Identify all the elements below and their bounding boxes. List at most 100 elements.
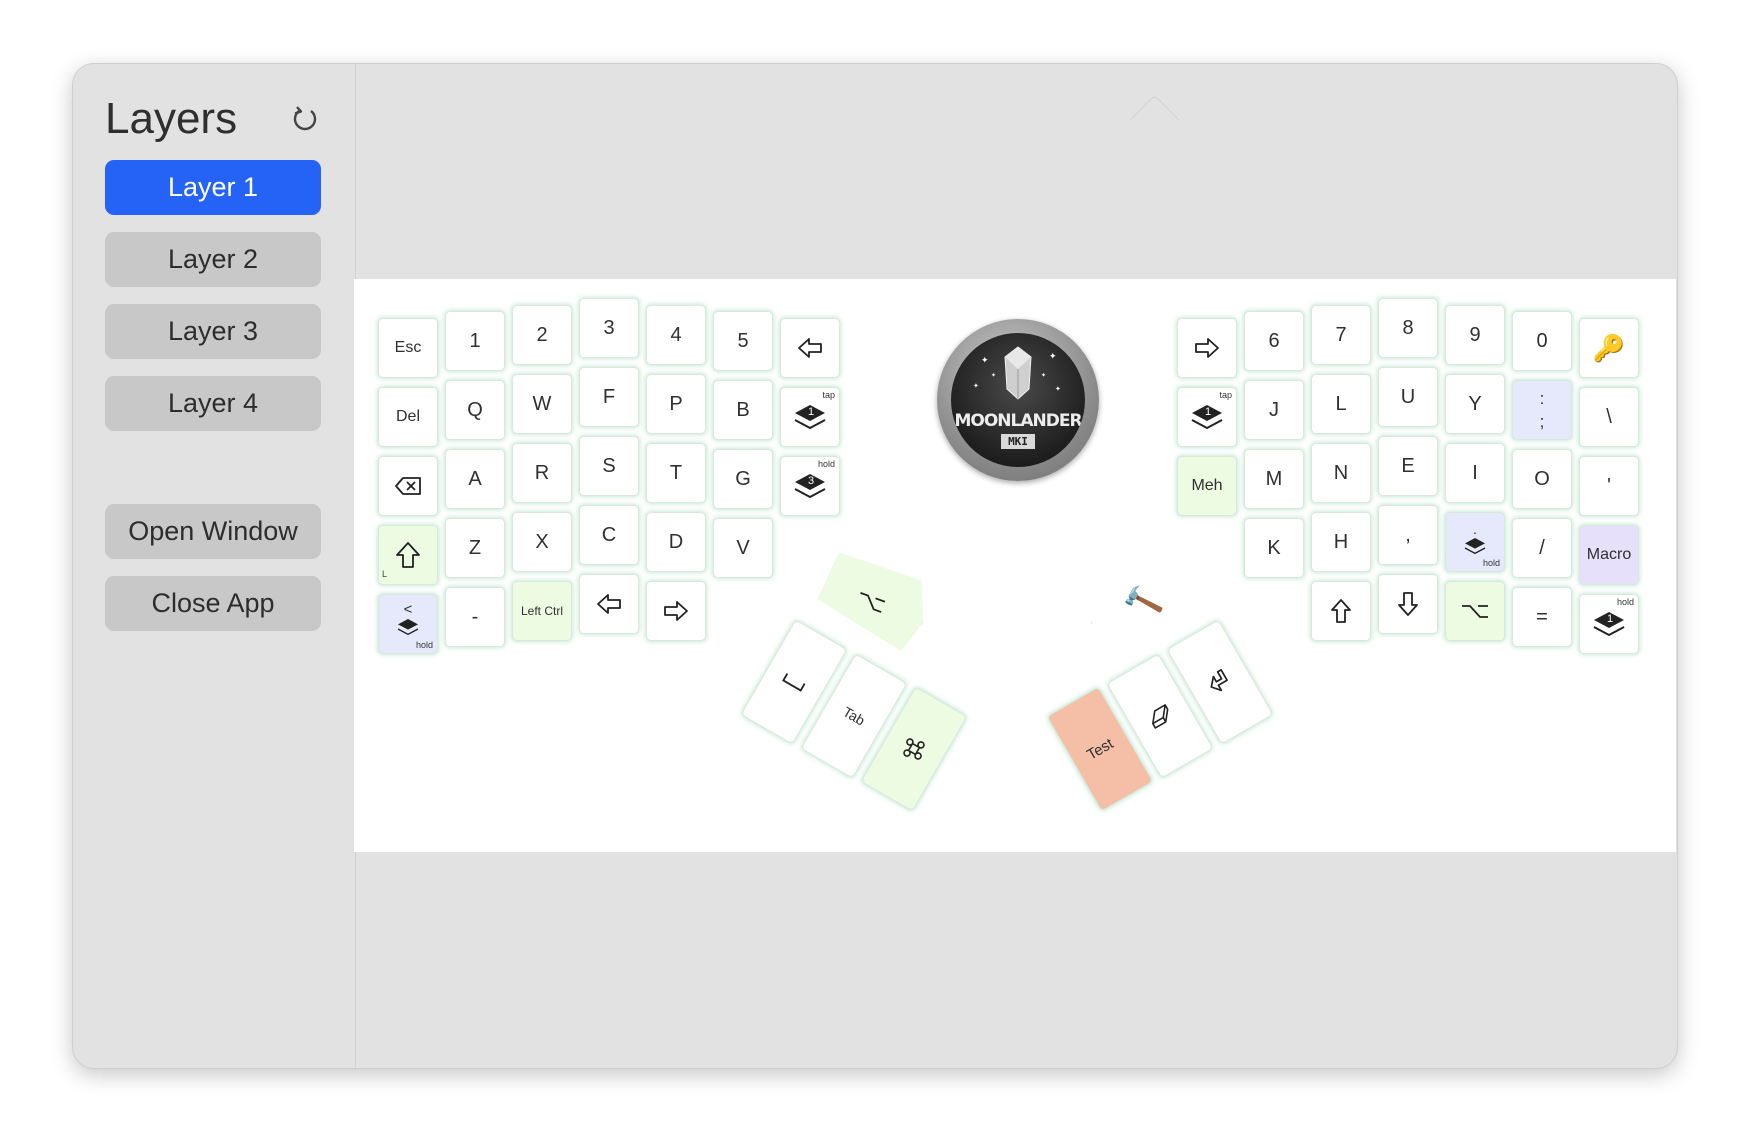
key-7[interactable]: 7	[1311, 305, 1371, 365]
key-9[interactable]: 9	[1445, 305, 1505, 365]
key-t[interactable]: T	[646, 443, 706, 503]
key-up-arrow[interactable]	[1311, 581, 1371, 641]
command-icon	[903, 738, 925, 760]
key-semicolon[interactable]: : ;	[1512, 380, 1572, 440]
key-o[interactable]: O	[1512, 449, 1572, 509]
left-arrow-icon	[798, 338, 822, 358]
key-r[interactable]: R	[512, 443, 572, 503]
key-s[interactable]: S	[579, 436, 639, 496]
layer-1-button[interactable]: Layer 1	[105, 160, 321, 215]
key-c[interactable]: C	[579, 505, 639, 565]
key-k[interactable]: K	[1244, 518, 1304, 578]
key-quote[interactable]: '	[1579, 456, 1639, 516]
layer-2-button[interactable]: Layer 2	[105, 232, 321, 287]
key-6[interactable]: 6	[1244, 311, 1304, 371]
key-del[interactable]: Del	[378, 387, 438, 447]
key-layer1-tap-right[interactable]: tap 1	[1177, 387, 1237, 447]
layer-icon	[397, 618, 419, 635]
key-f[interactable]: F	[579, 367, 639, 427]
key-0[interactable]: 0	[1512, 311, 1572, 371]
svg-text:✦: ✦	[1049, 351, 1057, 361]
layer-3-button[interactable]: Layer 3	[105, 304, 321, 359]
key-h[interactable]: H	[1311, 512, 1371, 572]
key-esc[interactable]: Esc	[378, 318, 438, 378]
layer-tap-number: 1	[807, 406, 815, 418]
key-1[interactable]: 1	[445, 311, 505, 371]
open-window-button[interactable]: Open Window	[105, 504, 321, 559]
key-layer1-tap[interactable]: tap 1	[780, 387, 840, 447]
logo-model: MKI	[1001, 434, 1035, 449]
option-icon	[1462, 605, 1488, 618]
key-left-arrow[interactable]	[579, 574, 639, 634]
key-2[interactable]: 2	[512, 305, 572, 365]
key-equals[interactable]: =	[1512, 587, 1572, 647]
svg-text:✦: ✦	[981, 355, 989, 365]
key-minus[interactable]: -	[445, 587, 505, 647]
backspace-icon	[395, 477, 421, 495]
layer-4-button[interactable]: Layer 4	[105, 376, 321, 431]
hammer-icon: 🔨	[1119, 580, 1167, 624]
key-macro[interactable]: Macro	[1579, 525, 1639, 585]
key-b[interactable]: B	[713, 380, 773, 440]
key-q[interactable]: Q	[445, 380, 505, 440]
key-down-arrow[interactable]	[1378, 574, 1438, 634]
sidebar-title: Layers	[105, 94, 238, 143]
keyboard-area: ✦ ✦ ✦ ✦ ✦ ✦ MOONLANDER MKI Esc 1 2 3 4 5…	[354, 279, 1676, 852]
key-lt-layer1[interactable]: < hold	[378, 594, 438, 654]
space-icon	[782, 673, 806, 692]
left-arrow-icon	[597, 594, 621, 614]
hold-label: hold	[817, 459, 835, 469]
key-l[interactable]: L	[1311, 374, 1371, 434]
semicolon-base: ;	[1539, 412, 1545, 431]
refresh-icon[interactable]	[288, 102, 322, 136]
key-layer3-hold[interactable]: hold 3	[780, 456, 840, 516]
key-4[interactable]: 4	[646, 305, 706, 365]
key-5[interactable]: 5	[713, 311, 773, 371]
key-p[interactable]: P	[646, 374, 706, 434]
close-app-button[interactable]: Close App	[105, 576, 321, 631]
key-a[interactable]: A	[445, 449, 505, 509]
key-left-arrow-top[interactable]	[780, 318, 840, 378]
key-power[interactable]: 🔑	[1579, 318, 1639, 378]
layer-tap-number: 1	[1204, 406, 1212, 418]
key-backslash[interactable]: \	[1579, 387, 1639, 447]
key-layer1-hold-right[interactable]: hold 1	[1579, 594, 1639, 654]
key-comma[interactable]: ,	[1378, 505, 1438, 565]
key-v[interactable]: V	[713, 518, 773, 578]
key-backspace[interactable]	[378, 456, 438, 516]
key-icon: 🔑	[1592, 332, 1626, 363]
key-w[interactable]: W	[512, 374, 572, 434]
right-arrow-icon	[1195, 338, 1219, 358]
key-right-alt[interactable]	[1445, 581, 1505, 641]
key-u[interactable]: U	[1378, 367, 1438, 427]
semicolon-shifted: :	[1539, 389, 1545, 408]
logo-wordmark: MOONLANDER	[954, 411, 1082, 431]
key-dot-layer2[interactable]: . hold	[1445, 512, 1505, 572]
hold-label: hold	[1482, 558, 1500, 568]
key-8[interactable]: 8	[1378, 298, 1438, 358]
key-i[interactable]: I	[1445, 443, 1505, 503]
key-slash[interactable]: /	[1512, 518, 1572, 578]
left-modifier-marker: L	[382, 569, 388, 579]
key-left-shift[interactable]: L	[378, 525, 438, 585]
dot-key-label: .	[1473, 521, 1477, 537]
key-meh[interactable]: Meh	[1177, 456, 1237, 516]
key-d[interactable]: D	[646, 512, 706, 572]
key-n[interactable]: N	[1311, 443, 1371, 503]
key-lt-top: <	[403, 600, 413, 618]
tab-label: Tab	[840, 703, 868, 729]
key-right-arrow[interactable]	[646, 581, 706, 641]
svg-text:✦: ✦	[1041, 372, 1046, 379]
key-z[interactable]: Z	[445, 518, 505, 578]
key-m[interactable]: M	[1244, 449, 1304, 509]
shift-icon	[396, 542, 420, 568]
key-left-ctrl[interactable]: Left Ctrl	[512, 581, 572, 641]
key-3[interactable]: 3	[579, 298, 639, 358]
key-y[interactable]: Y	[1445, 374, 1505, 434]
key-e[interactable]: E	[1378, 436, 1438, 496]
key-g[interactable]: G	[713, 449, 773, 509]
key-j[interactable]: J	[1244, 380, 1304, 440]
key-x[interactable]: X	[512, 512, 572, 572]
key-right-arrow-top[interactable]	[1177, 318, 1237, 378]
popover-arrow	[1129, 94, 1180, 145]
